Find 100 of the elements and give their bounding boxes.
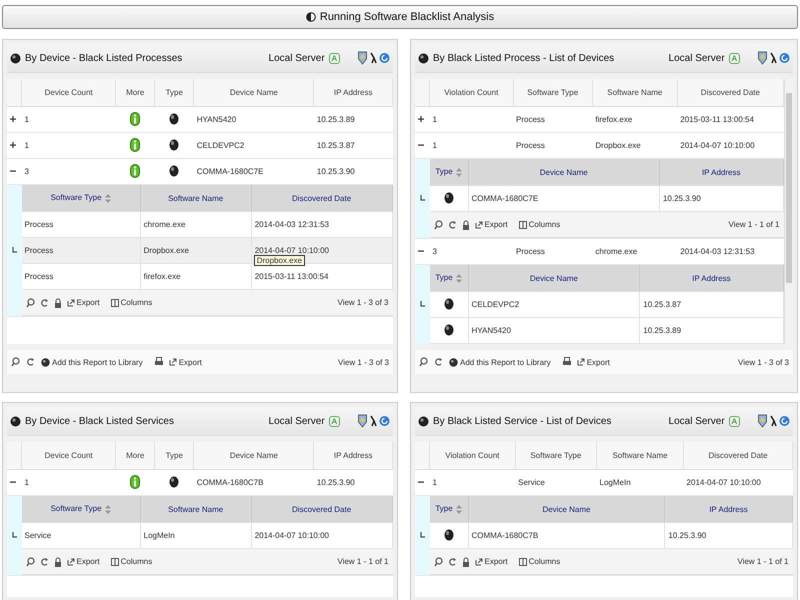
- server-badge[interactable]: A: [728, 416, 740, 426]
- refresh-icon[interactable]: [379, 52, 390, 64]
- column-header[interactable]: Type: [154, 79, 194, 106]
- columns-button[interactable]: Columns: [518, 557, 560, 566]
- columns-button[interactable]: Columns: [110, 557, 152, 566]
- column-header[interactable]: IP Address: [314, 442, 392, 470]
- table-row[interactable]: CELDEVPC2 10.25.3.87: [430, 292, 783, 318]
- column-header[interactable]: IP Address: [640, 265, 783, 292]
- server-badge[interactable]: A: [328, 416, 340, 426]
- search-icon[interactable]: [26, 298, 34, 308]
- info-icon[interactable]: [130, 112, 140, 126]
- column-header[interactable]: Software Name: [140, 496, 252, 522]
- expand-icon[interactable]: [10, 142, 16, 148]
- add-to-library-button[interactable]: Add this Report to Library: [449, 358, 551, 366]
- shield-icon[interactable]: [358, 414, 367, 428]
- column-header[interactable]: Device Count: [22, 442, 116, 470]
- refresh-icon[interactable]: [448, 556, 456, 566]
- sort-icon: [456, 274, 462, 283]
- search-icon[interactable]: [419, 357, 428, 367]
- shield-icon[interactable]: [758, 414, 767, 428]
- lock-icon[interactable]: [54, 298, 62, 308]
- collapse-icon[interactable]: [418, 142, 424, 148]
- refresh-icon[interactable]: [434, 357, 443, 367]
- column-header[interactable]: Violation Count: [430, 442, 516, 470]
- column-header[interactable]: Device Name: [194, 79, 314, 106]
- columns-button[interactable]: Columns: [518, 220, 560, 229]
- info-icon[interactable]: [130, 164, 140, 178]
- export-button[interactable]: Export: [168, 358, 202, 366]
- pager-text: View 1 - 3 of 3: [338, 358, 389, 366]
- column-header[interactable]: Type: [430, 265, 468, 292]
- sphere-icon: [444, 528, 454, 540]
- columns-button[interactable]: Columns: [110, 298, 152, 307]
- column-header[interactable]: Type: [430, 496, 468, 522]
- column-header[interactable]: Discovered Date: [251, 496, 392, 522]
- add-to-library-button[interactable]: Add this Report to Library: [41, 358, 143, 366]
- column-header[interactable]: Device Name: [468, 265, 640, 292]
- column-header[interactable]: Device Name: [468, 159, 660, 186]
- info-icon[interactable]: [130, 138, 140, 152]
- column-header[interactable]: Software Type: [22, 185, 140, 212]
- server-badge[interactable]: A: [328, 52, 340, 64]
- table-row[interactable]: Process Dropbox.exe 2014-04-07 10:10:00 Dropbox.exe: [22, 238, 392, 264]
- column-header[interactable]: IP Address: [314, 79, 392, 106]
- column-header[interactable]: Device Count: [22, 79, 116, 106]
- column-header[interactable]: Type: [430, 159, 468, 186]
- print-icon[interactable]: [154, 357, 163, 367]
- collapse-icon[interactable]: [418, 479, 424, 485]
- export-button[interactable]: Export: [66, 298, 100, 307]
- export-button[interactable]: Export: [66, 557, 100, 566]
- expand-icon[interactable]: [418, 116, 424, 122]
- refresh-icon[interactable]: [448, 220, 456, 230]
- expand-icon[interactable]: [10, 116, 16, 122]
- export-button[interactable]: Export: [576, 358, 610, 366]
- sphere-icon: [169, 476, 180, 488]
- column-header[interactable]: IP Address: [659, 159, 783, 186]
- refresh-icon[interactable]: [40, 556, 48, 566]
- refresh-icon[interactable]: [779, 415, 790, 427]
- info-icon[interactable]: [130, 474, 140, 488]
- table-cell: LogMeIn: [600, 478, 631, 487]
- refresh-icon[interactable]: [379, 415, 390, 427]
- server-badge[interactable]: A: [728, 52, 740, 64]
- export-button[interactable]: Export: [474, 220, 508, 229]
- collapse-icon[interactable]: [10, 479, 16, 485]
- collapse-icon[interactable]: [418, 248, 424, 254]
- search-icon[interactable]: [434, 220, 442, 230]
- sort-icon: [104, 504, 111, 514]
- table-cell: COMMA-1680C7B: [196, 478, 264, 487]
- column-header[interactable]: More: [116, 442, 155, 470]
- lock-icon[interactable]: [54, 556, 62, 566]
- table-row[interactable]: HYAN5420 10.25.3.89: [430, 318, 783, 344]
- column-header[interactable]: Discovered Date: [684, 442, 792, 470]
- column-header[interactable]: Device Name: [468, 496, 665, 522]
- sphere-icon: [169, 112, 180, 124]
- column-header[interactable]: IP Address: [664, 496, 792, 522]
- column-header[interactable]: Discovered Date: [251, 185, 392, 212]
- print-icon[interactable]: [562, 357, 571, 367]
- lock-icon[interactable]: [462, 220, 470, 230]
- refresh-icon[interactable]: [40, 298, 48, 308]
- column-header[interactable]: More: [116, 79, 155, 106]
- column-header[interactable]: Software Name: [596, 442, 684, 470]
- refresh-icon[interactable]: [779, 52, 790, 64]
- export-button[interactable]: Export: [474, 557, 508, 566]
- search-icon[interactable]: [26, 556, 34, 566]
- column-header[interactable]: Violation Count: [430, 79, 514, 106]
- shield-icon[interactable]: [758, 51, 767, 65]
- column-header[interactable]: Software Type: [22, 496, 140, 522]
- column-header[interactable]: Software Name: [140, 185, 252, 212]
- shield-icon[interactable]: [358, 51, 367, 65]
- lock-icon[interactable]: [462, 556, 470, 566]
- table-cell: firefox.exe: [595, 115, 632, 124]
- column-header[interactable]: Software Name: [592, 79, 678, 106]
- column-header[interactable]: Software Type: [515, 442, 597, 470]
- column-header[interactable]: Type: [154, 442, 194, 470]
- column-header[interactable]: Discovered Date: [677, 79, 784, 106]
- column-header[interactable]: Software Type: [513, 79, 592, 106]
- table-cell: 2015-03-11 13:00:54: [680, 115, 754, 124]
- search-icon[interactable]: [11, 357, 20, 367]
- column-header[interactable]: Device Name: [194, 442, 314, 470]
- search-icon[interactable]: [434, 556, 442, 566]
- collapse-icon[interactable]: [10, 168, 16, 174]
- refresh-icon[interactable]: [26, 357, 35, 367]
